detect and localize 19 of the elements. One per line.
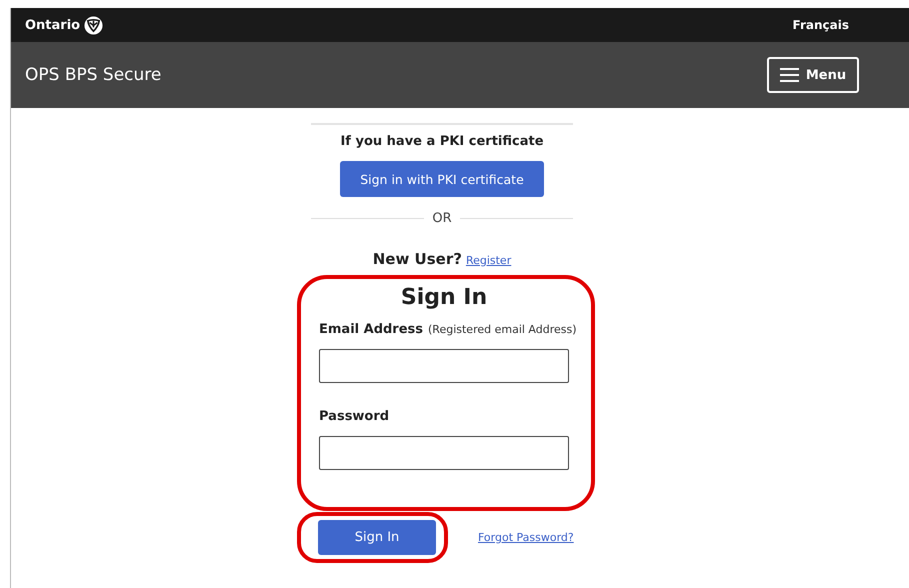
- email-field[interactable]: [319, 349, 569, 383]
- language-link[interactable]: Français: [792, 18, 849, 32]
- pki-sign-in-button[interactable]: Sign in with PKI certificate: [340, 161, 544, 197]
- new-user-label: New User?: [372, 250, 462, 268]
- field-hint: (Registered email Address): [428, 323, 577, 336]
- trillium-logo-icon: [84, 16, 104, 34]
- register-link[interactable]: Register: [466, 254, 512, 267]
- menu-icon: [780, 68, 799, 82]
- menu-button[interactable]: Menu: [767, 57, 859, 93]
- sign-in-button[interactable]: Sign In: [318, 520, 436, 555]
- form-title: Sign In: [400, 285, 488, 310]
- site-title: OPS BPS Secure: [25, 65, 162, 85]
- field-label: Email Address: [319, 322, 424, 337]
- logo-text[interactable]: Ontario: [25, 18, 80, 32]
- or-separator: OR: [432, 211, 452, 226]
- field-label: Password: [319, 409, 390, 424]
- forgot-password-link[interactable]: Forgot Password?: [478, 531, 574, 544]
- password-field[interactable]: [319, 436, 569, 470]
- pki-heading: If you have a PKI certificate: [340, 134, 544, 149]
